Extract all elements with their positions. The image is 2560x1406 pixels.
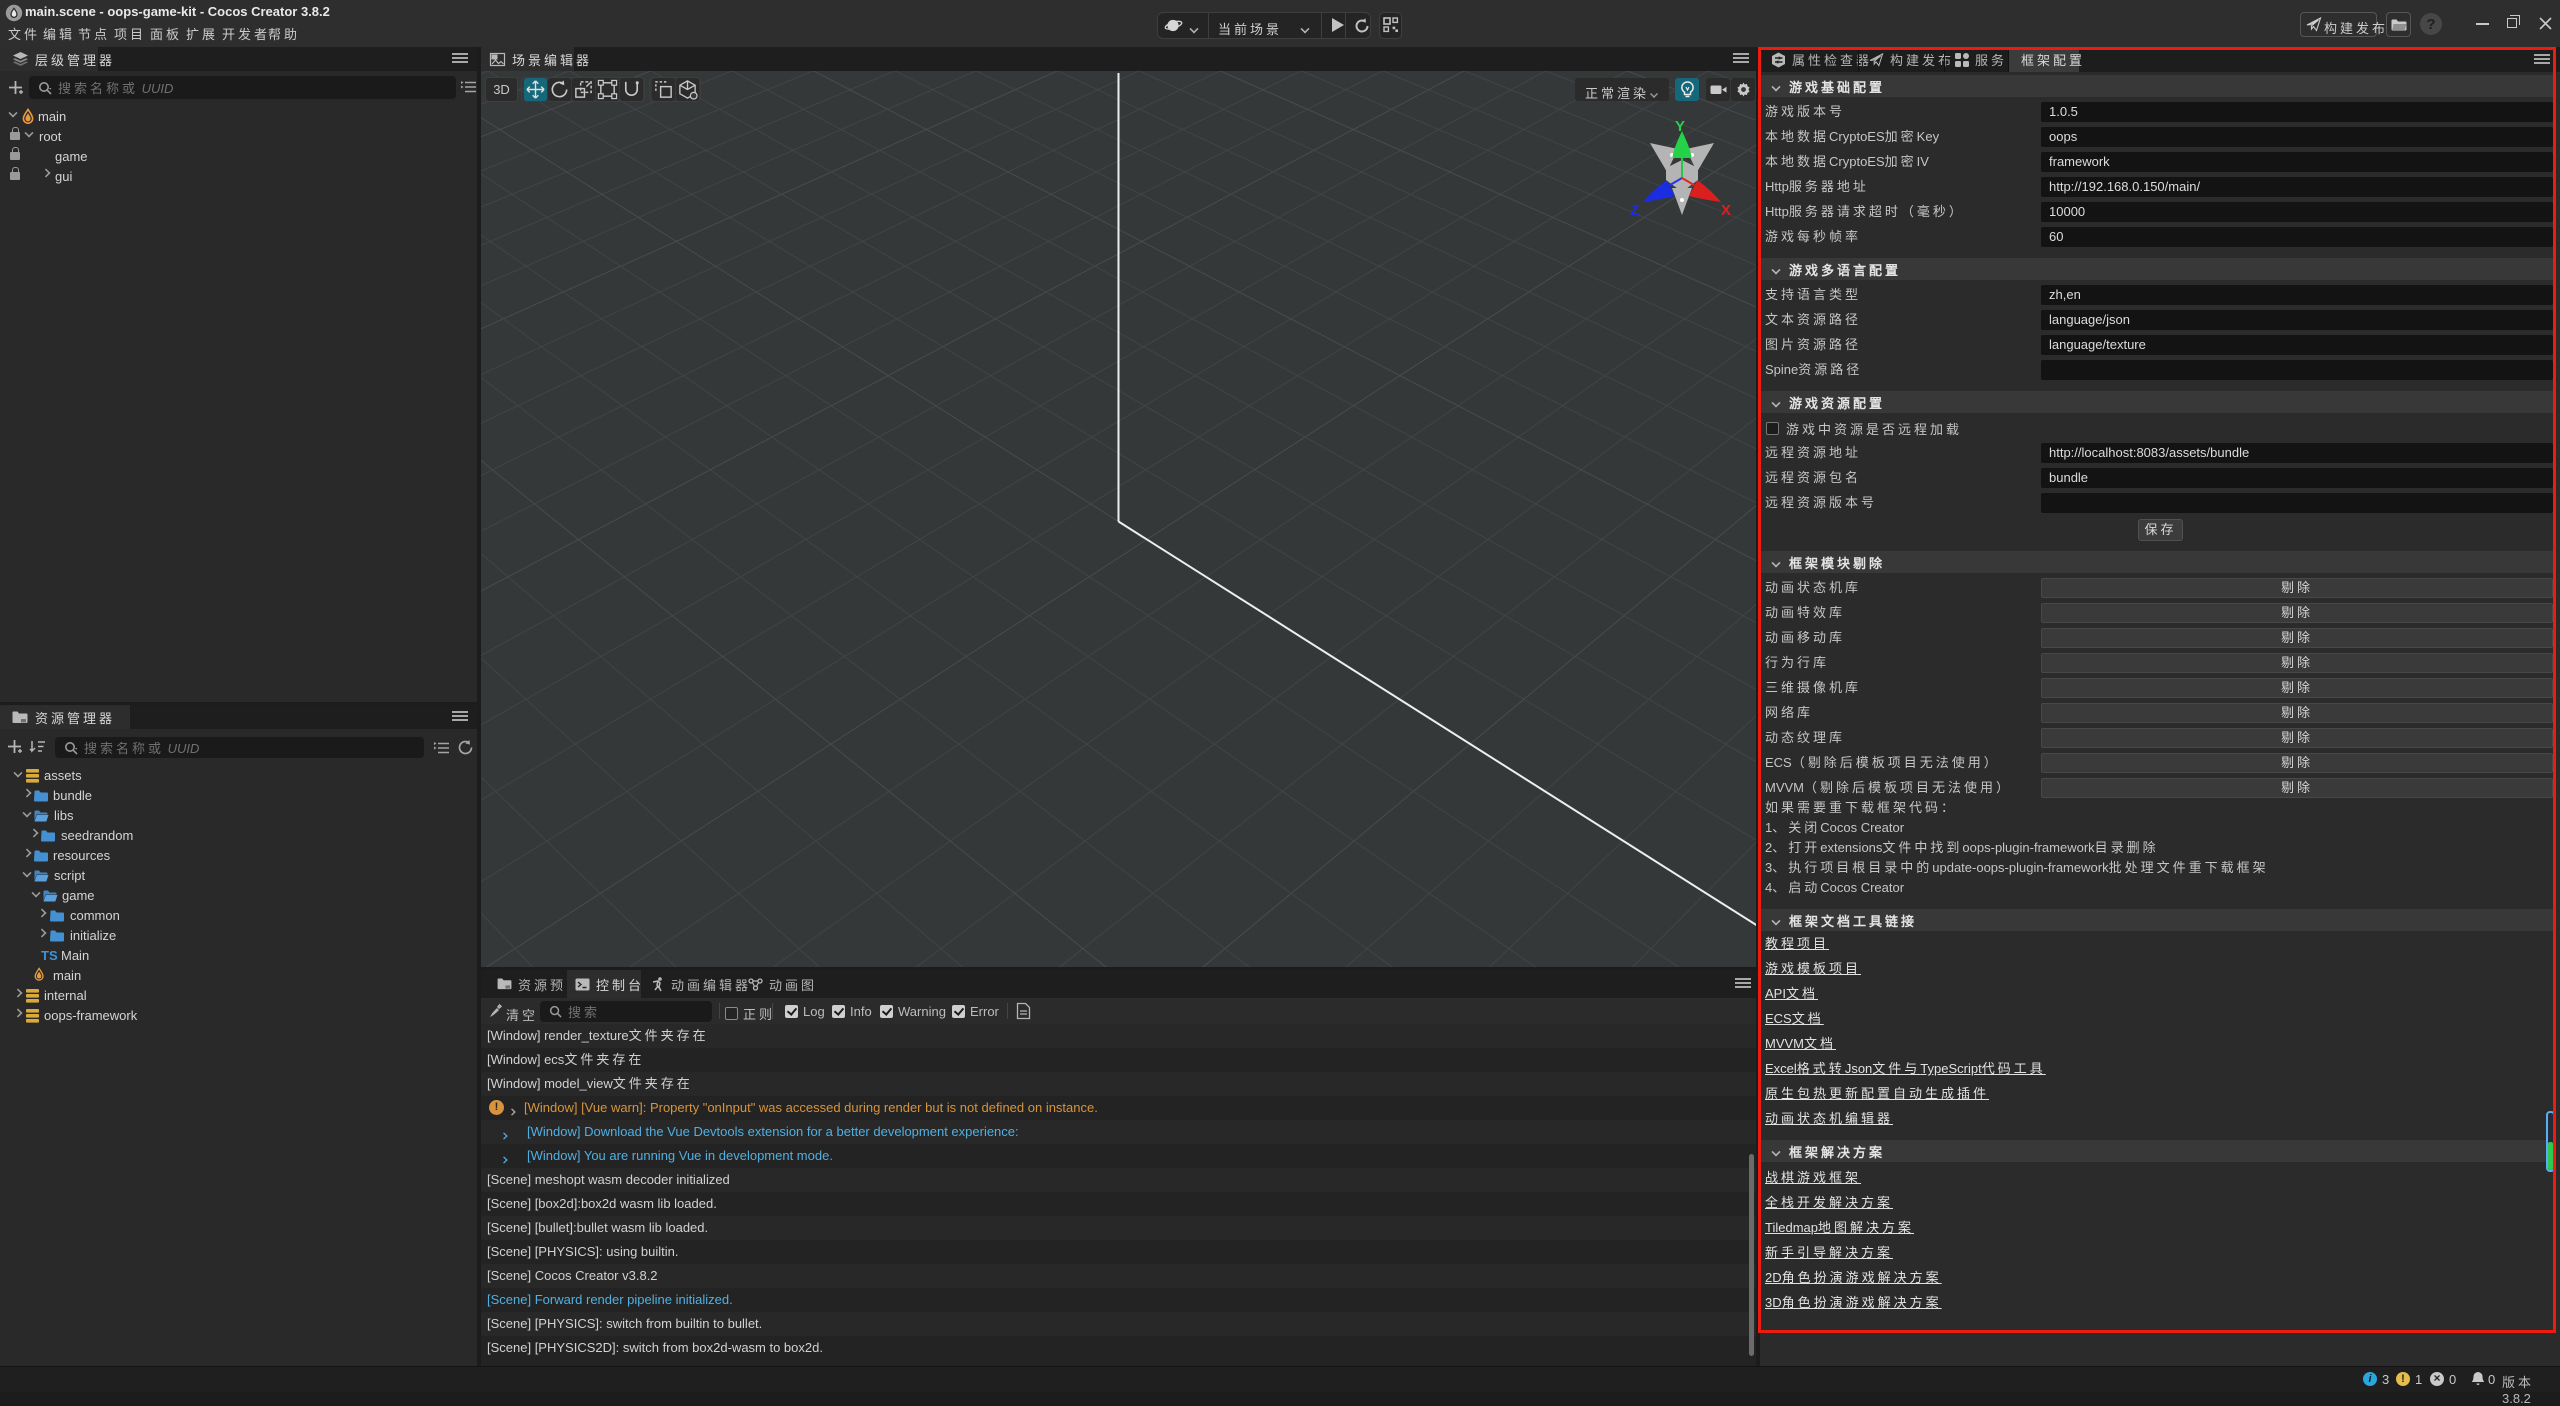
svg-text:Y: Y xyxy=(1675,118,1685,135)
svg-text:Z: Z xyxy=(1630,202,1639,219)
svg-text:X: X xyxy=(1721,202,1731,219)
